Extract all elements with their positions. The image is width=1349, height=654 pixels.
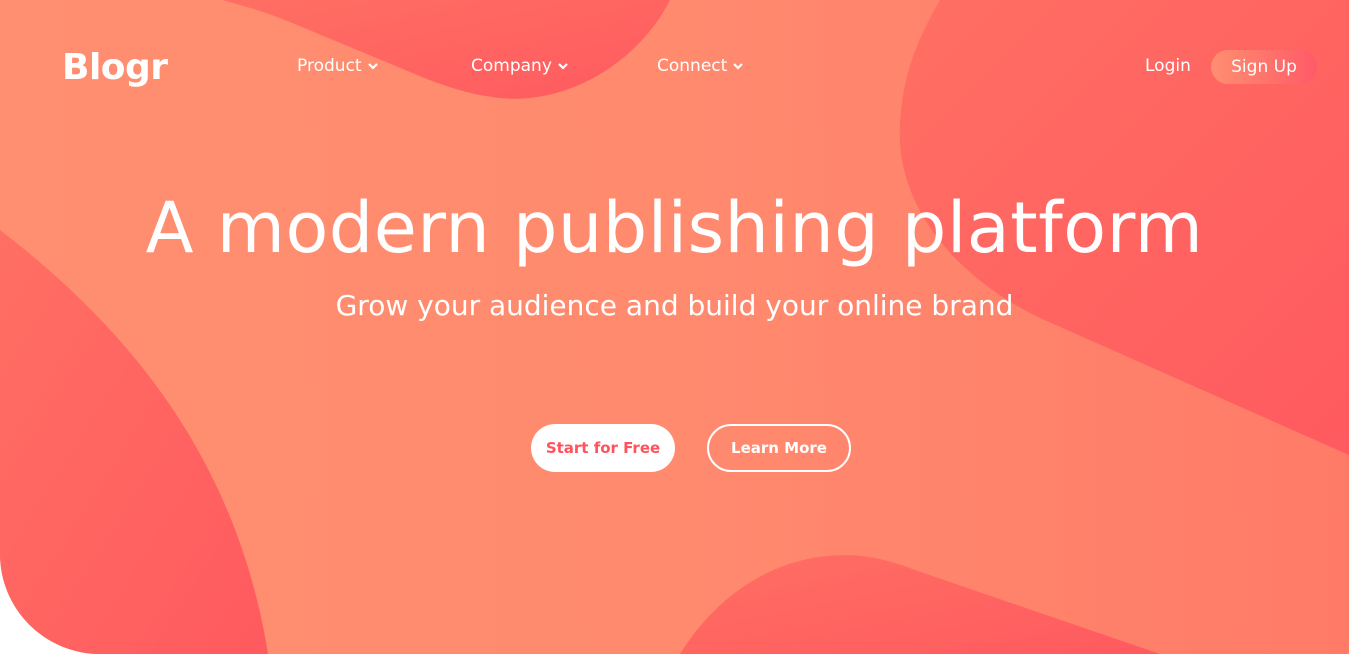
nav-item-label: Connect	[657, 56, 728, 76]
nav-item-company[interactable]: Company	[471, 54, 568, 78]
nav-item-label: Company	[471, 56, 552, 76]
background-shapes	[0, 0, 1349, 654]
login-link[interactable]: Login	[1145, 54, 1191, 78]
start-for-free-button[interactable]: Start for Free	[531, 424, 675, 472]
chevron-down-icon	[558, 62, 568, 70]
learn-more-button[interactable]: Learn More	[707, 424, 851, 472]
hero-section: Blogr Product Company Connect Login Sign…	[0, 0, 1349, 654]
hero-title: A modern publishing platform	[145, 187, 1204, 269]
top-blob-shape	[222, 0, 670, 99]
nav-item-label: Product	[297, 56, 362, 76]
nav-item-connect[interactable]: Connect	[657, 54, 744, 78]
chevron-down-icon	[367, 62, 378, 70]
nav-item-product[interactable]: Product	[297, 54, 378, 78]
hero-subtitle: Grow your audience and build your online…	[335, 289, 1014, 322]
chevron-down-icon	[733, 62, 744, 70]
bottom-blob-shape	[680, 555, 1160, 654]
brand-logo[interactable]: Blogr	[62, 44, 168, 92]
signup-button[interactable]: Sign Up	[1211, 50, 1317, 84]
